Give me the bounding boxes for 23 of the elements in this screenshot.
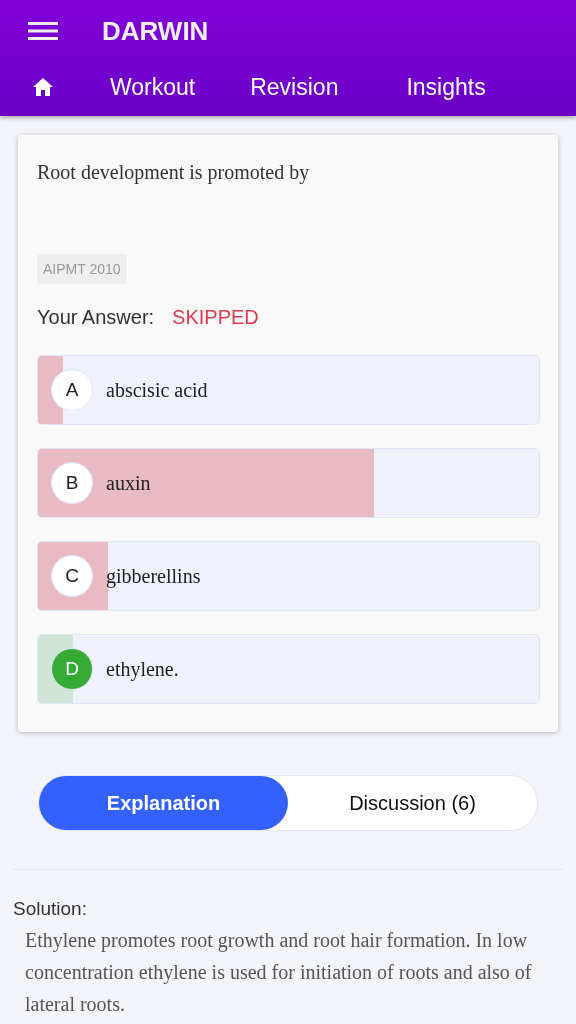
nav-link[interactable]: Revision <box>250 73 339 101</box>
answer-option[interactable]: A abscisic acid <box>37 355 540 425</box>
nav-link[interactable]: Insights <box>406 73 486 101</box>
answer-value: SKIPPED <box>172 306 259 329</box>
app-title: DARWIN <box>102 15 209 47</box>
solution-text: Ethylene promotes root growth and root hair formation. In low concentration ethylene is used for initiation of roots and also of lateral roots. <box>25 928 533 1017</box>
option-letter: A <box>51 369 93 411</box>
option-text: ethylene. <box>106 657 179 681</box>
option-text: gibberellins <box>106 564 201 588</box>
answer-label: Your Answer: <box>37 306 155 329</box>
nav-link[interactable]: Workout <box>110 73 196 101</box>
tab[interactable]: Discussion (6) <box>288 776 537 830</box>
question-text: Root development is promoted by <box>37 161 311 184</box>
answer-option[interactable]: B auxin <box>37 448 540 518</box>
tab[interactable]: Explanation <box>39 776 288 830</box>
answer-option[interactable]: C gibberellins <box>37 541 540 611</box>
option-text: abscisic acid <box>106 378 208 402</box>
home-icon[interactable] <box>32 77 54 97</box>
solution-heading: Solution: <box>13 898 88 920</box>
exam-tag: AIPMT 2010 <box>37 254 127 284</box>
menu-icon[interactable] <box>28 21 58 41</box>
option-text: auxin <box>106 471 151 495</box>
answer-option[interactable]: D ethylene. <box>37 634 540 704</box>
